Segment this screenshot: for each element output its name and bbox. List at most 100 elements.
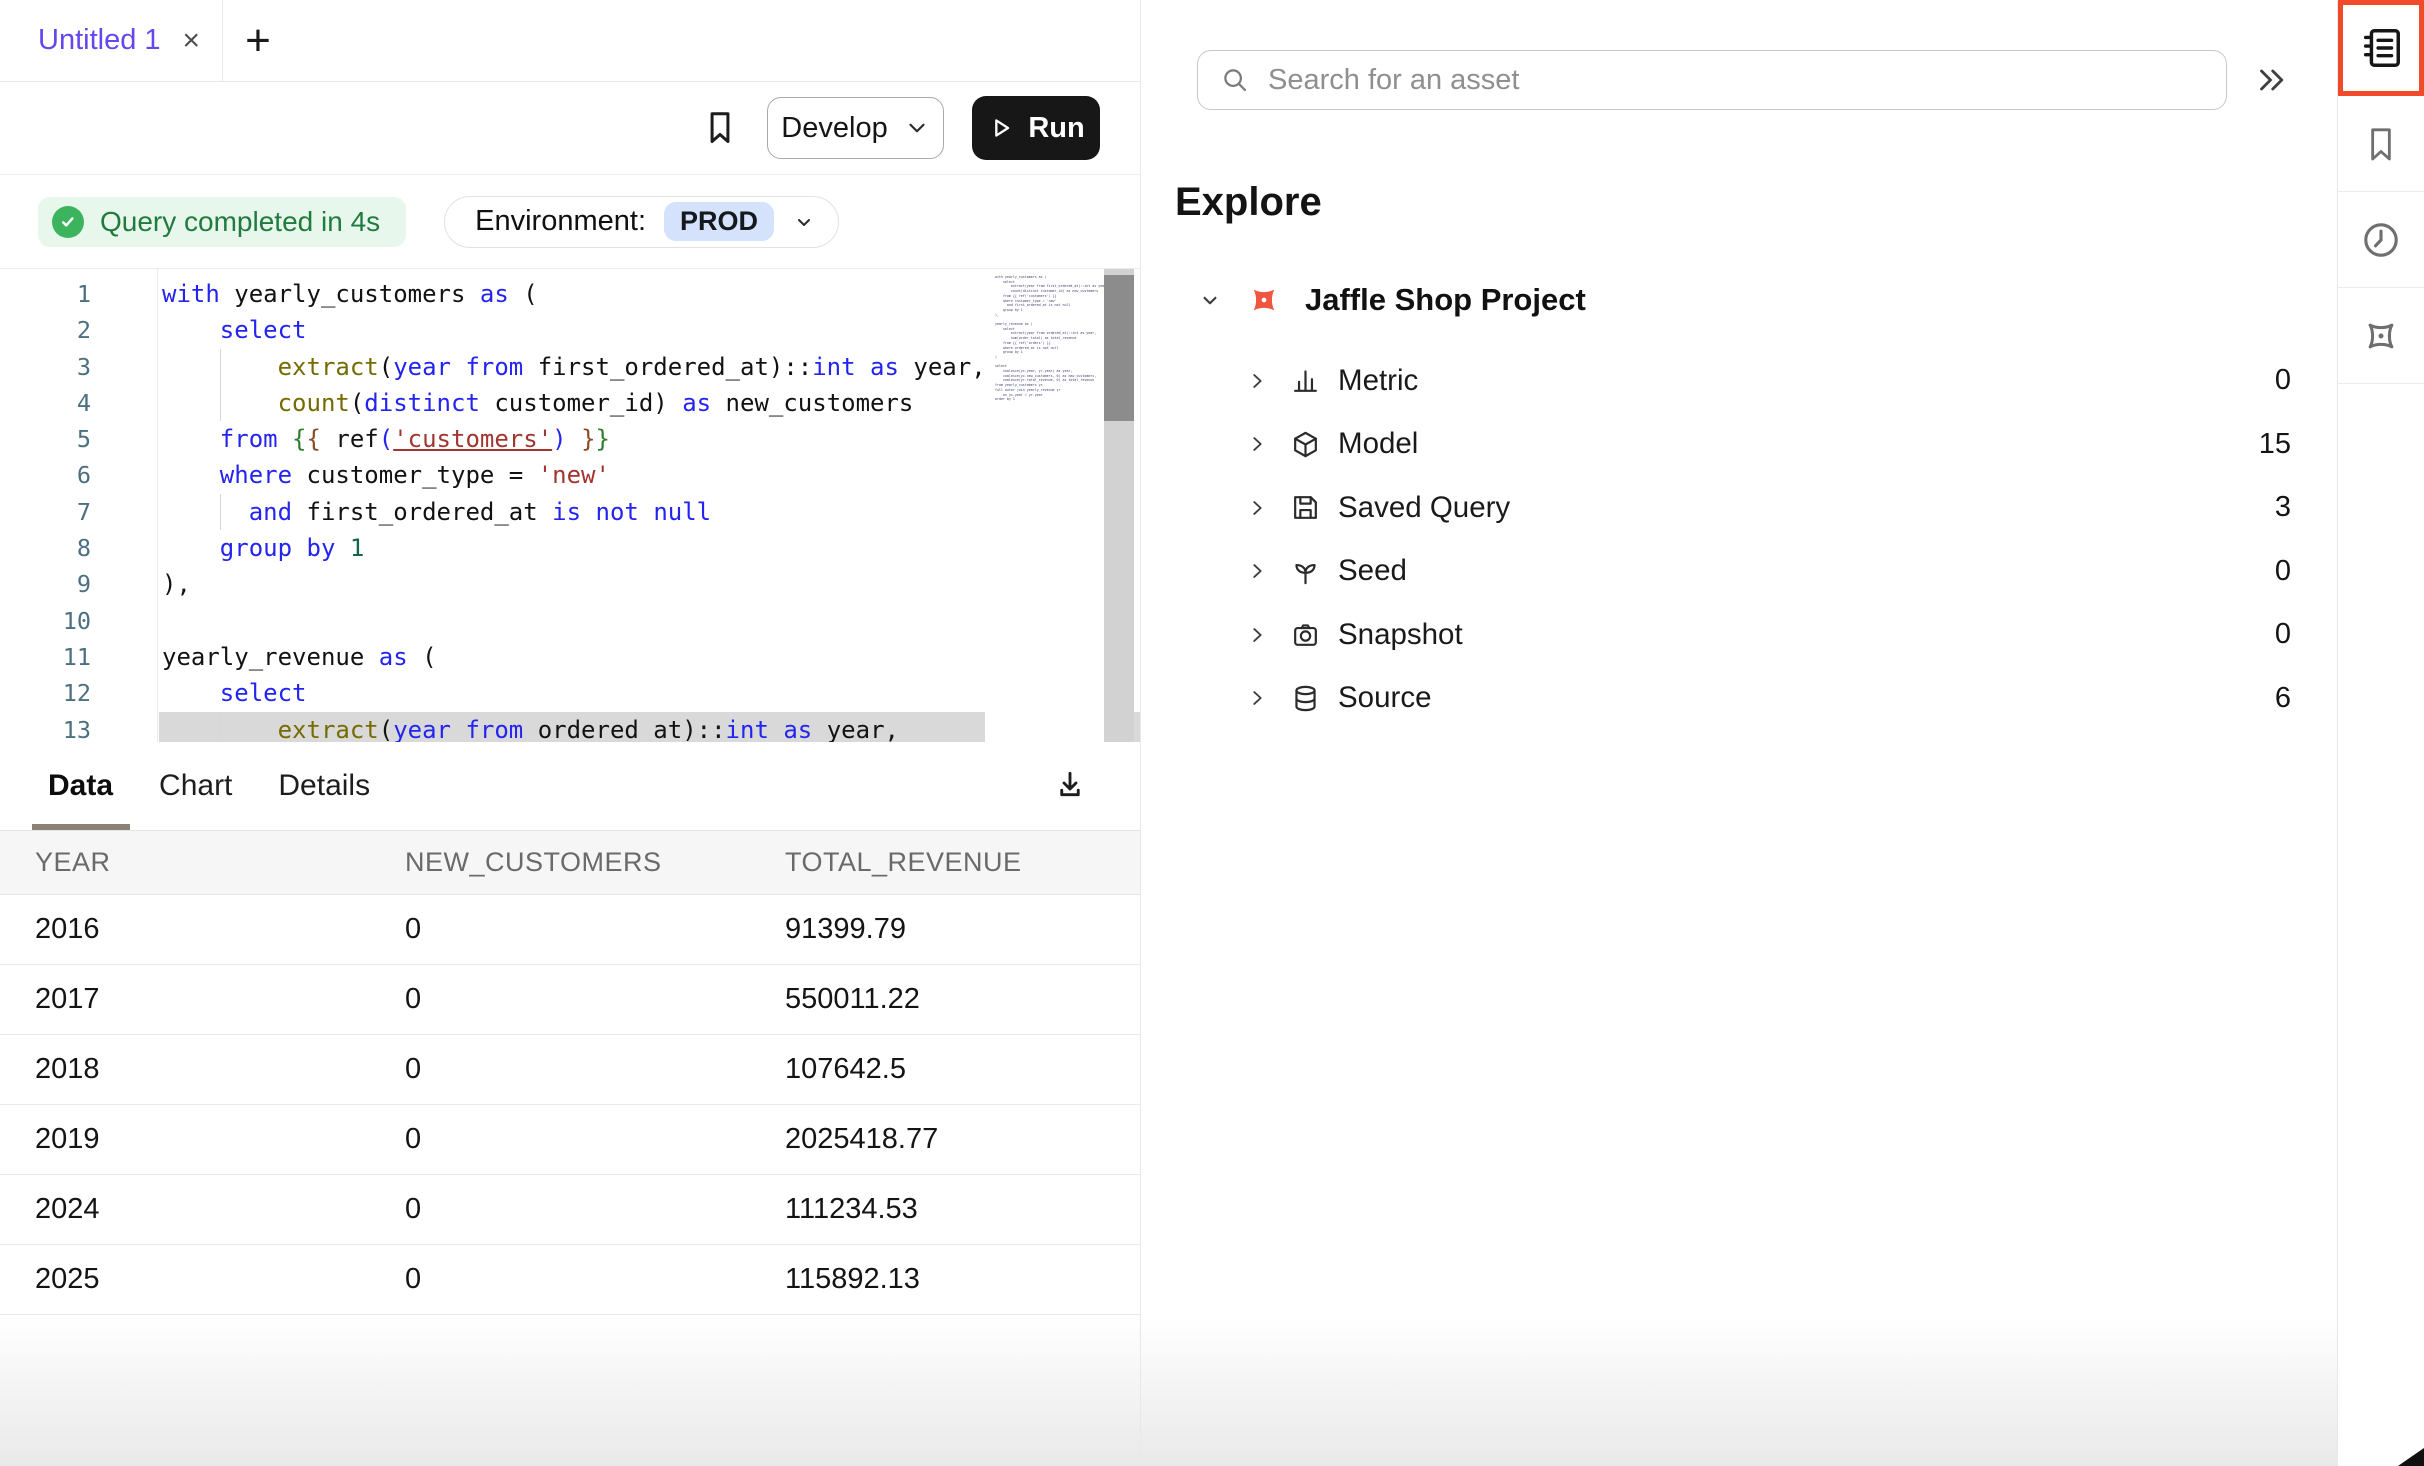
rail-catalog-button[interactable]	[2338, 0, 2424, 96]
rail-bookmark-button[interactable]	[2338, 96, 2424, 192]
chevron-right-icon[interactable]	[1246, 497, 1290, 519]
chevron-down-icon	[792, 210, 816, 234]
table-cell: 550011.22	[750, 983, 1140, 1016]
results-tab-chart[interactable]: Chart	[159, 769, 232, 803]
rail-history-button[interactable]	[2338, 192, 2424, 288]
asset-search-box[interactable]	[1197, 50, 2227, 110]
table-cell: 2016	[0, 913, 370, 946]
tree-item-label: Model	[1338, 427, 1418, 461]
table-row: 20180107642.5	[0, 1035, 1140, 1105]
download-button[interactable]	[1052, 768, 1088, 804]
table-cell: 2025418.77	[750, 1123, 1140, 1156]
column-header: NEW_CUSTOMERS	[370, 847, 750, 878]
app-window: Untitled 1 × + Develop	[0, 0, 2424, 1466]
line-number: 5	[0, 421, 157, 457]
results-tab-data[interactable]: Data	[48, 769, 113, 803]
line-number: 2	[0, 312, 157, 348]
close-tab-icon[interactable]: ×	[183, 26, 201, 56]
chevron-right-icon[interactable]	[1246, 624, 1290, 646]
table-cell: 91399.79	[750, 913, 1140, 946]
table-cell: 0	[370, 983, 750, 1016]
tree-item-metric[interactable]: Metric0	[1142, 349, 2337, 413]
search-input[interactable]	[1268, 64, 2148, 97]
clock-icon	[2359, 218, 2403, 262]
table-cell: 115892.13	[750, 1263, 1140, 1296]
right-icon-rail	[2337, 0, 2424, 1466]
collapse-panel-button[interactable]	[2254, 62, 2290, 98]
editor-scrollbar[interactable]	[1104, 269, 1134, 742]
source-icon	[1290, 683, 1338, 714]
line-number: 3	[0, 349, 157, 385]
tree-item-seed[interactable]: Seed0	[1142, 540, 2337, 604]
table-cell: 107642.5	[750, 1053, 1140, 1086]
table-cell: 2019	[0, 1123, 370, 1156]
develop-dropdown[interactable]: Develop	[767, 97, 944, 159]
double-chevron-right-icon	[2254, 62, 2290, 98]
table-cell: 2025	[0, 1263, 370, 1296]
chevron-right-icon[interactable]	[1246, 370, 1290, 392]
new-tab-button[interactable]: +	[223, 0, 293, 81]
chevron-right-icon[interactable]	[1246, 687, 1290, 709]
results-tab-details[interactable]: Details	[278, 769, 370, 803]
line-number: 10	[0, 603, 157, 639]
run-button[interactable]: Run	[972, 96, 1100, 160]
tree-item-model[interactable]: Model15	[1142, 413, 2337, 477]
line-number: 8	[0, 530, 157, 566]
results-tab-bar: Data Chart Details	[0, 742, 1140, 830]
query-status-pill: Query completed in 4s	[38, 197, 406, 247]
tab-untitled-1[interactable]: Untitled 1 ×	[0, 0, 222, 81]
tree-item-source[interactable]: Source6	[1142, 667, 2337, 731]
tree-item-label: Metric	[1338, 364, 1418, 398]
results-table-header: YEARNEW_CUSTOMERSTOTAL_REVENUE	[0, 830, 1140, 895]
environment-label: Environment:	[475, 205, 646, 238]
active-tab-underline	[32, 824, 130, 830]
table-cell: 0	[370, 1193, 750, 1226]
tree-item-label: Snapshot	[1338, 618, 1463, 652]
editor-minimap[interactable]: with yearly_customers as ( select extrac…	[985, 269, 1104, 742]
table-cell: 2024	[0, 1193, 370, 1226]
rail-dbt-button[interactable]	[2338, 288, 2424, 384]
line-number: 7	[0, 494, 157, 530]
line-number: 12	[0, 675, 157, 711]
table-cell: 0	[370, 1263, 750, 1296]
play-icon	[987, 114, 1015, 142]
sql-editor[interactable]: 12345678910111213 with yearly_customers …	[0, 268, 1140, 742]
bookmark-button[interactable]	[701, 106, 739, 150]
line-number: 6	[0, 457, 157, 493]
table-cell: 0	[370, 1123, 750, 1156]
tree-item-saved-query[interactable]: Saved Query 3	[1142, 476, 2337, 540]
line-number: 4	[0, 385, 157, 421]
chevron-right-icon[interactable]	[1246, 560, 1290, 582]
model-icon	[1290, 429, 1338, 460]
chevron-right-icon[interactable]	[1246, 433, 1290, 455]
search-icon	[1220, 65, 1250, 95]
tree-item-label: Saved Query	[1338, 491, 1510, 525]
tree-item-snapshot[interactable]: Snapshot 0	[1142, 603, 2337, 667]
toolbar: Develop Run	[0, 82, 1140, 175]
tree-item-count: 0	[2275, 555, 2291, 588]
tree-project-row[interactable]: Jaffle Shop Project	[1142, 272, 2337, 328]
table-cell: 2017	[0, 983, 370, 1016]
environment-selector[interactable]: Environment: PROD	[444, 196, 839, 248]
table-row: 20170550011.22	[0, 965, 1140, 1035]
query-status-text: Query completed in 4s	[100, 206, 380, 238]
table-cell: 2018	[0, 1053, 370, 1086]
dbt-mark-icon	[2358, 313, 2404, 359]
tree-item-count: 3	[2275, 491, 2291, 524]
table-row: 20240111234.53	[0, 1175, 1140, 1245]
table-row: 201902025418.77	[0, 1105, 1140, 1175]
explore-panel: Explore Jaffle Shop Project Metric0Model…	[1142, 0, 2337, 1466]
run-label: Run	[1028, 112, 1084, 145]
bookmark-icon	[2361, 122, 2401, 166]
line-number: 1	[0, 276, 157, 312]
table-cell: 0	[370, 913, 750, 946]
tree-item-count: 0	[2275, 618, 2291, 651]
tree-item-label: Source	[1338, 681, 1431, 715]
editor-scrollbar-thumb[interactable]	[1104, 275, 1134, 421]
download-icon	[1052, 768, 1088, 804]
column-header: YEAR	[0, 847, 370, 878]
column-header: TOTAL_REVENUE	[750, 847, 1140, 878]
chevron-down-icon[interactable]	[1197, 287, 1223, 313]
indent-guide	[220, 349, 221, 421]
snapshot-icon	[1290, 619, 1338, 650]
